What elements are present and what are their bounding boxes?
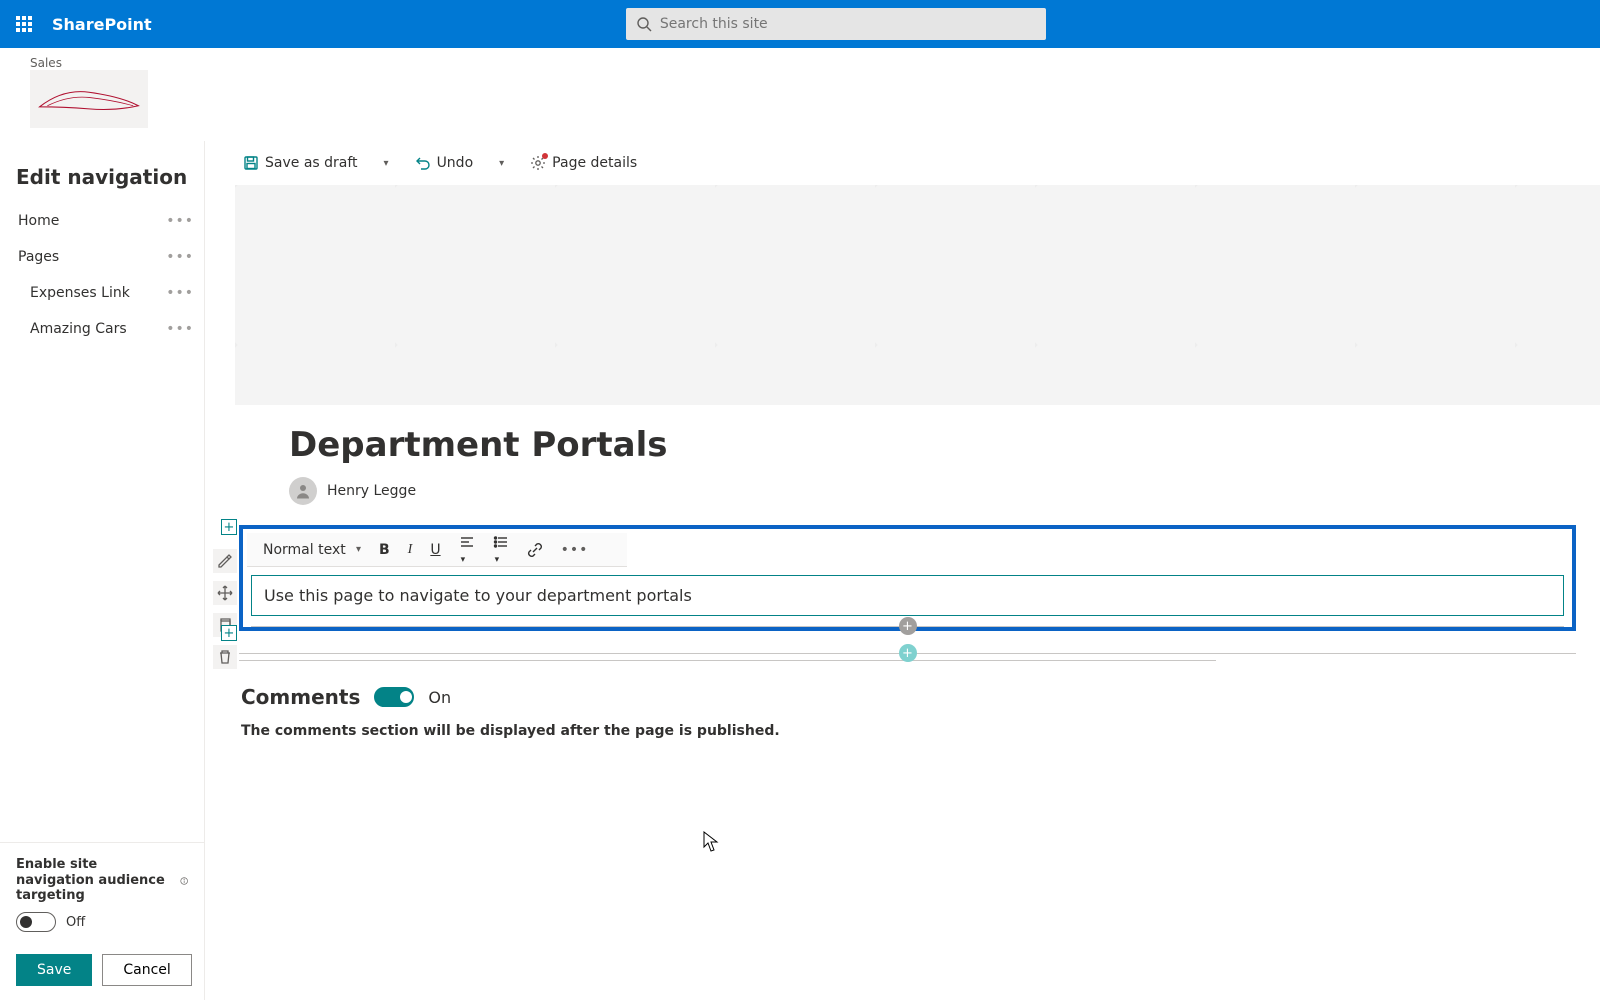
search-box: [626, 8, 1046, 40]
site-logo[interactable]: [30, 70, 148, 128]
info-icon[interactable]: [180, 873, 188, 889]
edit-icon: [217, 553, 233, 569]
save-draft-chevron[interactable]: ▾: [372, 147, 401, 179]
save-as-draft-button[interactable]: Save as draft: [233, 147, 368, 179]
rte-more-button[interactable]: •••: [555, 542, 595, 558]
nav-item-label: Amazing Cars: [30, 321, 127, 337]
move-icon: [217, 585, 233, 601]
nav-item-label: Home: [18, 213, 59, 229]
add-section-plus[interactable]: +: [899, 644, 917, 662]
more-icon[interactable]: •••: [166, 285, 194, 301]
nav-item-label: Expenses Link: [30, 285, 130, 301]
text-webpart-selected: Normal text ▾ B I U ▾ ▾ •••: [239, 525, 1576, 631]
trash-icon: [217, 649, 233, 665]
list-button[interactable]: ▾: [487, 534, 515, 566]
cursor-icon: [703, 831, 721, 853]
chevron-down-icon: ▾: [382, 158, 391, 169]
chevron-down-icon: ▾: [356, 544, 361, 555]
more-icon[interactable]: •••: [166, 213, 194, 229]
undo-icon: [415, 155, 431, 171]
add-section-button[interactable]: +: [221, 625, 237, 641]
comments-note: The comments section will be displayed a…: [241, 723, 1570, 739]
page-author[interactable]: Henry Legge: [289, 477, 1570, 505]
undo-button[interactable]: Undo: [405, 147, 484, 179]
page-details-button[interactable]: Page details: [520, 147, 647, 179]
list-icon: [493, 534, 509, 550]
cmd-label: Save as draft: [265, 155, 358, 171]
comments-toggle-state: On: [428, 688, 451, 707]
app-launcher-button[interactable]: [0, 0, 48, 48]
app-launcher-icon: [16, 16, 32, 32]
toggle-state-label: Off: [66, 915, 85, 930]
nav-item-expenses-link[interactable]: Expenses Link •••: [0, 275, 204, 311]
audience-targeting-label: Enable site navigation audience targetin…: [16, 857, 188, 904]
nav-item-label: Pages: [18, 249, 59, 265]
app-name[interactable]: SharePoint: [52, 15, 152, 34]
comments-region: Comments On The comments section will be…: [235, 661, 1600, 749]
more-icon[interactable]: •••: [166, 249, 194, 265]
site-breadcrumb[interactable]: Sales: [30, 56, 1584, 70]
avatar: [289, 477, 317, 505]
edit-navigation-title: Edit navigation: [0, 141, 204, 203]
comments-heading: Comments: [241, 685, 360, 709]
command-bar: Save as draft ▾ Undo ▾ Page details: [225, 141, 1600, 185]
page-hero[interactable]: [235, 185, 1600, 405]
chevron-down-icon: ▾: [497, 158, 506, 169]
page-title[interactable]: Department Portals: [289, 425, 1570, 465]
link-icon: [527, 542, 543, 558]
cmd-label: Page details: [552, 155, 637, 171]
nav-save-button[interactable]: Save: [16, 954, 92, 986]
cmd-label: Undo: [437, 155, 474, 171]
align-icon: [459, 534, 475, 550]
page-canvas: Save as draft ▾ Undo ▾ Page details Depa…: [205, 141, 1600, 1000]
edit-webpart-button[interactable]: [213, 549, 237, 573]
italic-button[interactable]: I: [402, 542, 419, 558]
suite-header: SharePoint: [0, 0, 1600, 48]
link-button[interactable]: [521, 542, 549, 558]
more-icon[interactable]: •••: [166, 321, 194, 337]
add-webpart-button[interactable]: +: [899, 617, 917, 635]
comments-toggle[interactable]: [374, 687, 414, 707]
add-webpart-divider: +: [251, 626, 1564, 627]
text-style-dropdown[interactable]: Normal text ▾: [257, 542, 367, 558]
edit-navigation-panel: Edit navigation Home ••• Pages ••• Expen…: [0, 141, 205, 1000]
audience-targeting-toggle[interactable]: Off: [16, 912, 85, 932]
nav-item-amazing-cars[interactable]: Amazing Cars •••: [0, 311, 204, 347]
site-header: Sales: [0, 48, 1600, 141]
section-divider: +: [239, 653, 1576, 654]
move-webpart-button[interactable]: [213, 581, 237, 605]
nav-cancel-button[interactable]: Cancel: [102, 954, 191, 986]
bold-button[interactable]: B: [373, 542, 396, 558]
add-section-button[interactable]: +: [221, 519, 237, 535]
rte-toolbar: Normal text ▾ B I U ▾ ▾ •••: [247, 533, 627, 567]
text-webpart-editor[interactable]: Use this page to navigate to your depart…: [251, 575, 1564, 616]
webpart-side-toolbar: [213, 549, 237, 669]
search-icon: [636, 16, 652, 32]
underline-button[interactable]: U: [424, 542, 446, 558]
save-icon: [243, 155, 259, 171]
title-region: Department Portals Henry Legge: [235, 405, 1600, 519]
nav-item-pages[interactable]: Pages •••: [0, 239, 204, 275]
notification-dot: [542, 153, 548, 159]
search-input[interactable]: [626, 8, 1046, 40]
nav-item-home[interactable]: Home •••: [0, 203, 204, 239]
author-name: Henry Legge: [327, 483, 416, 499]
text-style-label: Normal text: [263, 542, 346, 558]
delete-webpart-button[interactable]: [213, 645, 237, 669]
canvas-section: + Normal text ▾ B I U: [221, 519, 1600, 635]
undo-chevron[interactable]: ▾: [487, 147, 516, 179]
align-button[interactable]: ▾: [453, 534, 481, 566]
